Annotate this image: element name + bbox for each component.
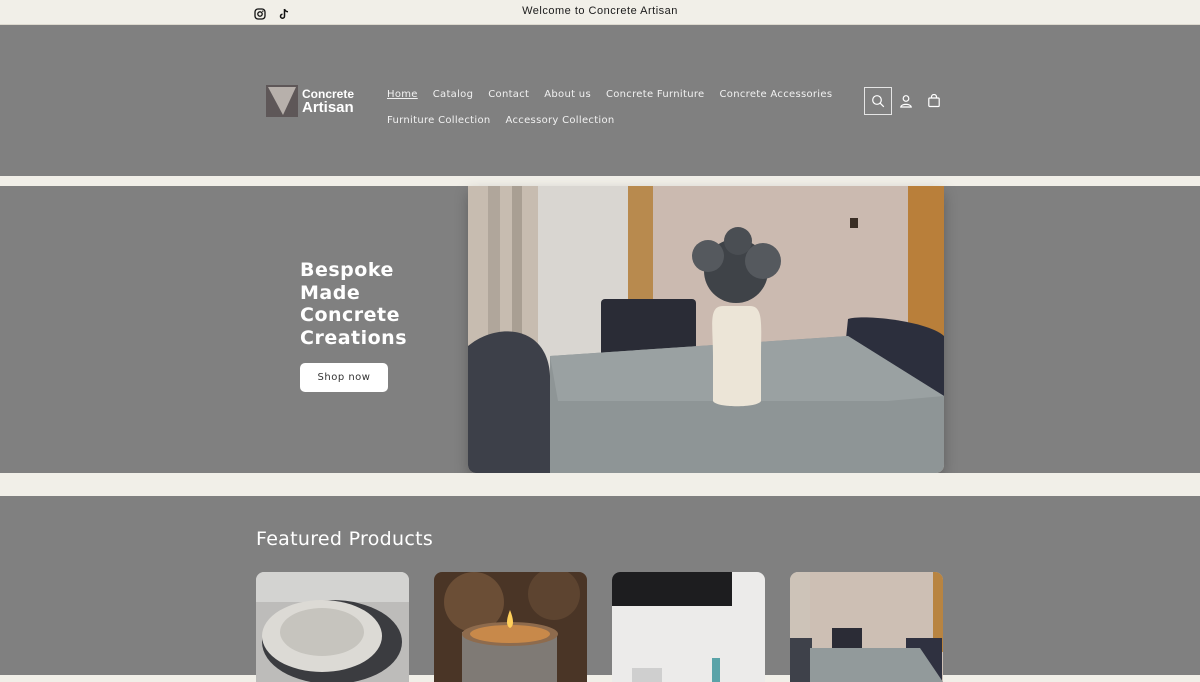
logo-text: Concrete Artisan [302,88,354,116]
header-icons [864,87,948,115]
nav-row-2: Furniture Collection Accessory Collectio… [387,107,827,133]
logo-mark-icon [266,85,298,117]
nav-furniture-collection[interactable]: Furniture Collection [387,115,491,126]
nav-row-1: Home Catalog Contact About us Concrete F… [387,81,832,107]
nav-accessory-collection[interactable]: Accessory Collection [506,115,615,126]
nav-contact[interactable]: Contact [488,89,529,100]
product-card-candle[interactable] [434,572,587,682]
featured-title: Featured Products [256,528,434,550]
hero-banner: Bespoke Made Concrete Creations Shop now [0,186,1200,473]
product-card-table[interactable] [612,572,765,682]
cart-icon[interactable] [920,87,948,115]
logo-line2: Artisan [302,99,354,116]
featured-products: Featured Products [0,496,1200,682]
hero-heading: Bespoke Made Concrete Creations [300,259,408,349]
account-icon[interactable] [892,87,920,115]
section-divider [0,473,1200,496]
announcement-bar: Welcome to Concrete Artisan [0,0,1200,25]
nav-about-us[interactable]: About us [544,89,591,100]
announcement-message: Welcome to Concrete Artisan [522,5,678,17]
product-card-dining-set[interactable] [790,572,943,682]
product-grid [256,572,943,682]
product-card-bowl[interactable] [256,572,409,682]
nav-home[interactable]: Home [387,89,418,100]
nav-catalog[interactable]: Catalog [433,89,474,100]
search-icon[interactable] [864,87,892,115]
nav-concrete-furniture[interactable]: Concrete Furniture [606,89,705,100]
hero-top-band [0,176,1200,186]
shop-now-button[interactable]: Shop now [300,363,388,392]
site-header: Concrete Artisan Home Catalog Contact Ab… [0,25,1200,176]
logo[interactable]: Concrete Artisan [266,85,354,117]
hero-image [468,186,944,473]
nav-concrete-accessories[interactable]: Concrete Accessories [720,89,833,100]
main-nav: Home Catalog Contact About us Concrete F… [387,81,832,133]
